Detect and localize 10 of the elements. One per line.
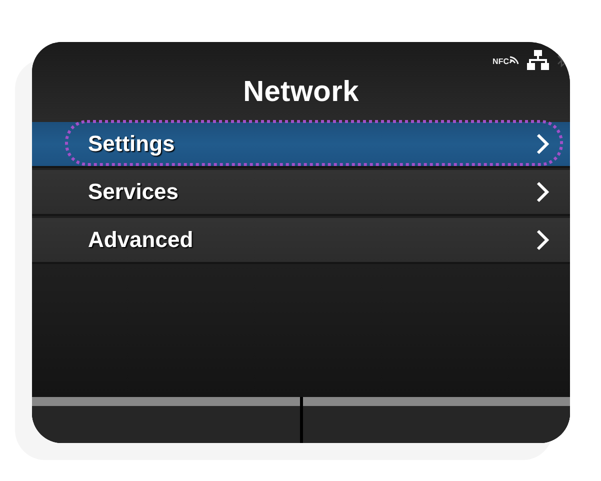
chevron-right-icon	[536, 181, 550, 203]
menu-item[interactable]: Services	[32, 170, 570, 216]
chevron-right-icon	[536, 133, 550, 155]
network-icon	[527, 50, 549, 70]
screen-title: Network	[243, 76, 359, 109]
soft-key-button[interactable]	[302, 397, 570, 443]
chevron-right-icon	[536, 229, 550, 251]
menu-item[interactable]: Settings	[32, 122, 570, 168]
menu-item[interactable]: Advanced	[32, 218, 570, 264]
soft-key-button[interactable]	[32, 397, 300, 443]
